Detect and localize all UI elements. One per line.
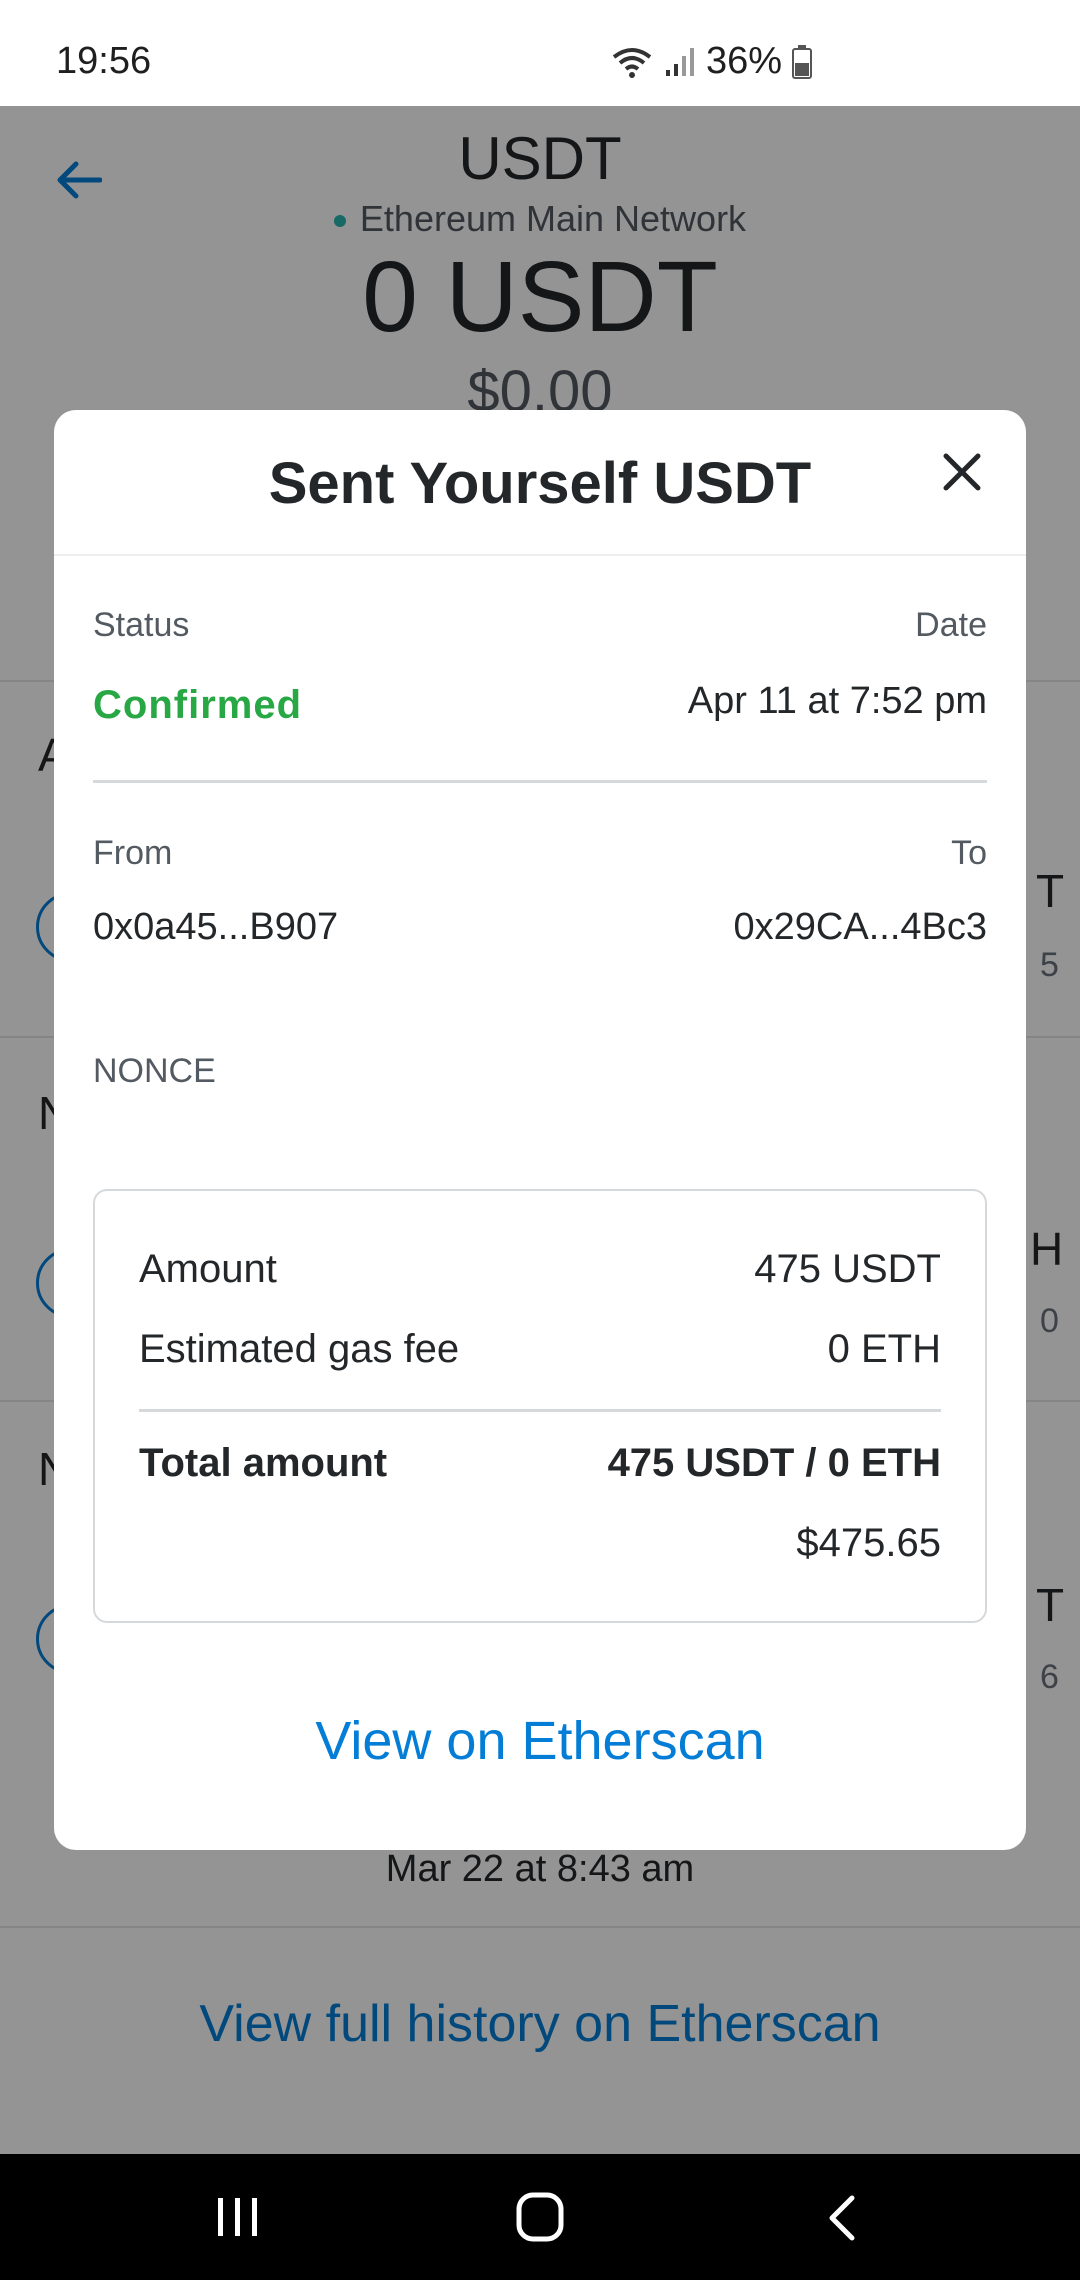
signal-icon (664, 46, 696, 78)
from-address[interactable]: 0x0a45...B907 (93, 906, 338, 949)
total-row: Total amount 475 USDT / 0 ETH (139, 1441, 941, 1486)
amount-label: Amount (139, 1247, 277, 1291)
status-badge: Confirmed (93, 683, 302, 727)
details-divider (93, 780, 987, 783)
total-fiat-row: $475.65 (139, 1521, 941, 1566)
battery-percent: 36% (705, 40, 782, 82)
date-value: Apr 11 at 7:52 pm (687, 680, 987, 722)
summary-divider (139, 1409, 941, 1412)
view-on-etherscan-link[interactable]: View on Etherscan (54, 1710, 1026, 1772)
status-time: 19:56 (56, 40, 152, 82)
back-icon[interactable] (826, 2194, 858, 2247)
transaction-details-modal: Sent Yourself USDT Status Date Confirmed… (54, 410, 1026, 1850)
close-icon[interactable] (936, 446, 988, 498)
total-value: 475 USDT / 0 ETH (607, 1441, 941, 1485)
modal-title: Sent Yourself USDT (268, 451, 812, 516)
total-label: Total amount (139, 1441, 388, 1485)
amount-row: Amount 475 USDT (139, 1247, 941, 1292)
system-nav-bar (0, 2154, 1080, 2280)
recents-icon[interactable] (214, 2196, 262, 2243)
status-bar: 19:56 36% (0, 0, 1080, 106)
gas-fee-row: Estimated gas fee 0 ETH (139, 1327, 941, 1372)
total-fiat-value: $475.65 (796, 1521, 941, 1565)
to-address[interactable]: 0x29CA...4Bc3 (734, 906, 987, 949)
nonce-label: NONCE (93, 1052, 216, 1090)
modal-header-divider (54, 554, 1026, 556)
gas-fee-label: Estimated gas fee (139, 1327, 460, 1371)
status-indicators: 36% (610, 40, 812, 83)
transaction-summary: Amount 475 USDT Estimated gas fee 0 ETH … (93, 1189, 987, 1623)
to-label: To (951, 834, 987, 872)
status-label: Status (93, 606, 190, 644)
wifi-icon (610, 45, 654, 79)
amount-value: 475 USDT (754, 1247, 941, 1291)
gas-fee-value: 0 ETH (827, 1327, 941, 1371)
battery-icon (792, 44, 812, 79)
from-label: From (93, 834, 173, 872)
date-label: Date (915, 606, 987, 644)
home-icon[interactable] (516, 2192, 564, 2247)
